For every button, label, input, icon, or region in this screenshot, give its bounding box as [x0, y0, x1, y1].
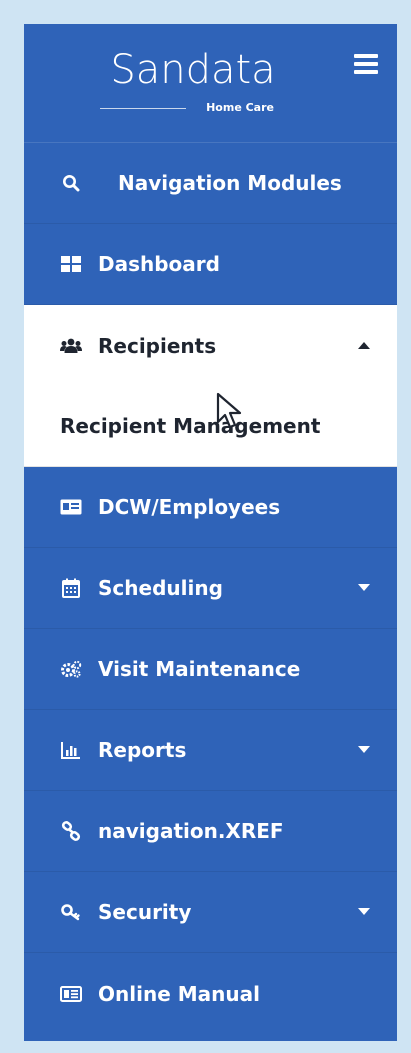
sidebar-item-label: Reports — [98, 738, 187, 762]
sidebar-subitem-recipient-management[interactable]: Recipient Management — [24, 386, 397, 467]
chevron-down-icon — [358, 584, 370, 591]
id-card-icon — [60, 496, 82, 518]
sidebar-item-label: Scheduling — [98, 576, 223, 600]
sidebar-item-label: Online Manual — [98, 981, 260, 1006]
sidebar-subitem-label: Recipient Management — [60, 414, 321, 438]
sidebar-item-visit-maintenance[interactable]: Visit Maintenance — [24, 629, 397, 710]
logo[interactable]: Sandata Home Care — [98, 47, 288, 114]
sidebar-item-label: Recipients — [98, 333, 217, 358]
manual-icon — [60, 983, 82, 1005]
logo-subtitle: Home Care — [206, 101, 274, 114]
sidebar-item-label: Dashboard — [98, 252, 220, 276]
calendar-icon — [60, 577, 82, 599]
search-icon — [60, 172, 82, 194]
mouse-cursor-icon — [216, 392, 242, 429]
sidebar-item-label: navigation.XREF — [98, 819, 284, 843]
sidebar-item-security[interactable]: Security — [24, 872, 397, 953]
sidebar-item-reports[interactable]: Reports — [24, 710, 397, 791]
sidebar-item-dcw-employees[interactable]: DCW/Employees — [24, 467, 397, 548]
gears-icon — [60, 658, 82, 680]
dashboard-icon — [60, 253, 82, 275]
sidebar-header: Sandata Home Care — [24, 24, 397, 143]
logo-name: Sandata — [110, 47, 276, 93]
sidebar-item-scheduling[interactable]: Scheduling — [24, 548, 397, 629]
hamburger-icon[interactable] — [354, 54, 378, 74]
navigation-modules-search[interactable]: Navigation Modules — [24, 143, 397, 224]
sidebar-item-recipients[interactable]: Recipients — [24, 305, 397, 386]
sidebar-item-label: DCW/Employees — [98, 495, 281, 519]
link-icon — [60, 820, 82, 842]
sidebar: Sandata Home Care Navigation Modules Das… — [24, 24, 397, 1041]
sidebar-item-navigation-xref[interactable]: navigation.XREF — [24, 791, 397, 872]
sidebar-item-dashboard[interactable]: Dashboard — [24, 224, 397, 305]
navigation-modules-label: Navigation Modules — [118, 171, 342, 195]
users-icon — [60, 335, 82, 357]
chevron-down-icon — [358, 746, 370, 753]
chevron-down-icon — [358, 908, 370, 915]
bar-chart-icon — [60, 739, 82, 761]
key-icon — [60, 901, 82, 923]
logo-underline — [100, 108, 186, 109]
chevron-up-icon — [358, 341, 370, 349]
sidebar-item-label: Security — [98, 900, 192, 924]
sidebar-item-online-manual[interactable]: Online Manual — [24, 953, 397, 1034]
sidebar-item-label: Visit Maintenance — [98, 657, 301, 681]
